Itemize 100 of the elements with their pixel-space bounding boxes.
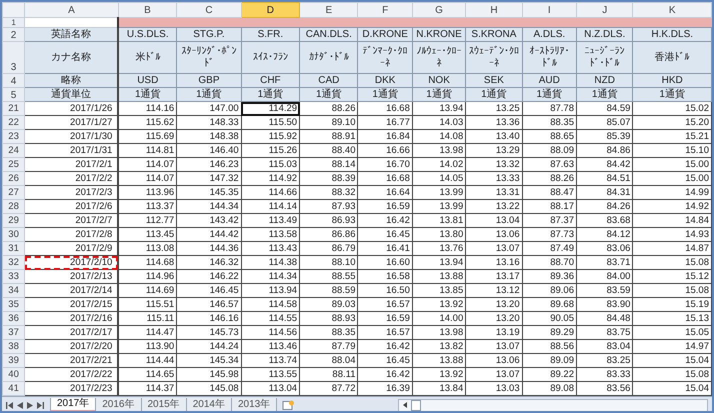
table-cell: 16.70	[358, 158, 412, 172]
table-cell: 16.60	[358, 256, 412, 270]
table-cell: 145.73	[176, 326, 242, 340]
table-cell: 114.68	[118, 256, 177, 270]
table-cell: 13.40	[466, 130, 522, 144]
row-number[interactable]: 28	[2, 200, 25, 214]
table-cell: 13.92	[412, 368, 466, 382]
table-cell: 14.93	[632, 228, 712, 242]
sheet-tab[interactable]: 2013年	[231, 398, 278, 411]
row-number[interactable]: 30	[2, 228, 25, 242]
row-number[interactable]: 41	[2, 382, 25, 396]
table-cell: 114.07	[118, 158, 177, 172]
row-number[interactable]: 39	[2, 354, 25, 368]
table-cell: 13.16	[466, 256, 522, 270]
table-cell: 14.00	[412, 312, 466, 326]
row-number[interactable]: 40	[2, 368, 25, 382]
header-cell: 1通貨	[300, 88, 358, 102]
table-cell: 148.33	[176, 116, 242, 130]
table-cell: 2017/2/10	[24, 256, 118, 270]
scrollbar-thumb[interactable]	[411, 400, 421, 410]
row-number[interactable]: 29	[2, 214, 25, 228]
row-number[interactable]: 35	[2, 298, 25, 312]
header-cell: 1通貨	[241, 88, 300, 102]
column-header[interactable]: G	[412, 2, 466, 18]
header-cell: 香港ﾄﾞﾙ	[632, 42, 712, 74]
table-cell: 114.29	[241, 102, 300, 116]
sheet-tab[interactable]: 2014年	[186, 398, 232, 411]
table-cell: 114.38	[241, 256, 300, 270]
table-cell: 146.57	[176, 298, 242, 312]
header-cell: H.K.DLS.	[632, 28, 712, 42]
column-header[interactable]: I	[522, 2, 576, 18]
row-number[interactable]: 1	[2, 18, 25, 28]
column-header[interactable]: H	[466, 2, 522, 18]
column-header[interactable]: J	[576, 2, 633, 18]
row-number[interactable]: 31	[2, 242, 25, 256]
table-cell: 113.74	[241, 354, 300, 368]
table-cell: 13.82	[412, 340, 466, 354]
sheet-tab[interactable]: 2015年	[140, 398, 187, 411]
table-cell: 16.42	[358, 340, 412, 354]
skip-start-icon[interactable]	[6, 402, 13, 408]
table-cell: 113.43	[241, 242, 300, 256]
sheet-icon[interactable]	[282, 400, 296, 410]
table-cell: 86.86	[300, 228, 358, 242]
column-header[interactable]: K	[632, 2, 712, 18]
row-number[interactable]: 24	[2, 144, 25, 158]
table-cell: 88.35	[300, 326, 358, 340]
table-cell: 13.06	[466, 228, 522, 242]
table-cell: 13.98	[412, 144, 466, 158]
column-header[interactable]: C	[176, 2, 242, 18]
row-number[interactable]: 5	[2, 88, 25, 102]
sheet-tab[interactable]: 2016年	[95, 398, 142, 411]
table-cell: 83.06	[576, 242, 633, 256]
skip-end-icon[interactable]	[37, 402, 44, 408]
table-cell: 83.75	[576, 326, 633, 340]
column-header[interactable]: F	[358, 2, 412, 18]
row-number[interactable]: 4	[2, 74, 25, 88]
table-cell: 14.92	[632, 200, 712, 214]
table-cell: 16.64	[358, 186, 412, 200]
table-cell: 114.44	[118, 354, 177, 368]
row-number[interactable]: 26	[2, 172, 25, 186]
table-cell: 88.39	[300, 172, 358, 186]
table-cell: 84.51	[576, 172, 633, 186]
row-number[interactable]: 3	[2, 42, 25, 74]
column-header[interactable]: B	[118, 2, 177, 18]
table-cell: 13.92	[412, 298, 466, 312]
row-number[interactable]: 23	[2, 130, 25, 144]
row-number[interactable]: 22	[2, 116, 25, 130]
row-number[interactable]: 21	[2, 102, 25, 116]
triangle-left-icon[interactable]	[17, 402, 23, 408]
header-cell: SEK	[466, 74, 522, 88]
row-number[interactable]: 37	[2, 326, 25, 340]
table-cell: 16.77	[358, 116, 412, 130]
table-cell: 89.10	[300, 116, 358, 130]
row-number[interactable]: 25	[2, 158, 25, 172]
row-number[interactable]: 33	[2, 270, 25, 284]
column-header[interactable]: A	[24, 2, 118, 18]
table-cell: 13.19	[466, 326, 522, 340]
column-header[interactable]: E	[300, 2, 358, 18]
row-number[interactable]: 38	[2, 340, 25, 354]
row-number[interactable]: 2	[2, 28, 25, 42]
table-cell: 146.23	[176, 158, 242, 172]
table-cell: 114.96	[118, 270, 177, 284]
horizontal-scrollbar[interactable]	[398, 398, 708, 411]
row-number[interactable]: 32	[2, 256, 25, 270]
column-header[interactable]: D	[241, 2, 300, 18]
table-cell: 88.35	[522, 116, 576, 130]
table-cell: 15.21	[632, 130, 712, 144]
sheet-tab[interactable]: 2017年	[50, 398, 96, 411]
triangle-left-icon[interactable]	[403, 402, 407, 408]
row-number[interactable]: 36	[2, 312, 25, 326]
table-cell: 13.80	[412, 228, 466, 242]
table-cell: 13.06	[466, 354, 522, 368]
header-cell: CAN.DLS.	[300, 28, 358, 42]
table-cell: 145.35	[176, 186, 242, 200]
row-number[interactable]: 27	[2, 186, 25, 200]
header-cell: 略称	[24, 74, 118, 88]
row-number[interactable]: 34	[2, 284, 25, 298]
triangle-right-icon[interactable]	[27, 402, 33, 408]
table-cell: 88.14	[300, 158, 358, 172]
table-cell: 13.12	[466, 284, 522, 298]
